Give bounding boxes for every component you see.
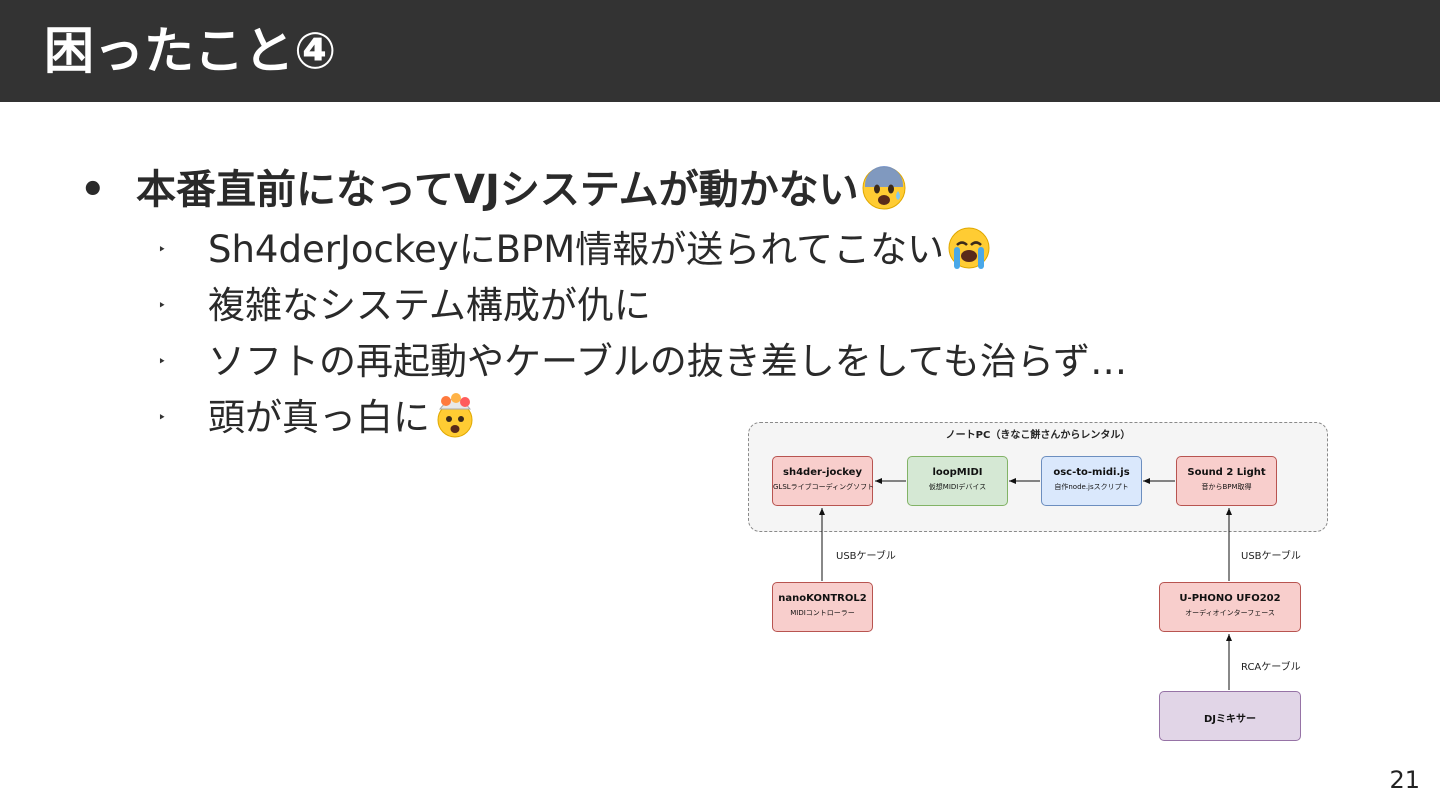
node-sound-2-light: Sound 2 Light 音からBPM取得 — [1176, 456, 1277, 506]
node-u-phono-ufo202: U-PHONO UFO202 オーディオインターフェース — [1159, 582, 1301, 632]
node-loopmidi-title: loopMIDI — [932, 467, 983, 478]
node-u-phono-ufo202-subtitle: オーディオインターフェース — [1185, 609, 1275, 617]
node-sh4der-jockey-subtitle: GLSLライブコーディングソフト — [773, 483, 875, 491]
node-sound-2-light-subtitle: 音からBPM取得 — [1201, 483, 1252, 491]
node-osc-to-midi: osc-to-midi.js 自作node.jsスクリプト — [1041, 456, 1142, 506]
node-nanokontrol2: nanoKONTROL2 MIDIコントローラー — [772, 582, 873, 632]
node-loopmidi-subtitle: 仮想MIDIデバイス — [928, 483, 987, 491]
node-nanokontrol2-subtitle: MIDIコントローラー — [790, 609, 855, 617]
page-number: 21 — [1389, 766, 1420, 794]
edge-label-usb-right: USBケーブル — [1241, 551, 1301, 562]
node-nanokontrol2-title: nanoKONTROL2 — [778, 593, 867, 604]
node-osc-to-midi-subtitle: 自作node.jsスクリプト — [1054, 483, 1129, 491]
node-sound-2-light-title: Sound 2 Light — [1187, 467, 1266, 478]
node-sh4der-jockey: sh4der-jockey GLSLライブコーディングソフト — [772, 456, 875, 506]
edge-label-usb-left: USBケーブル — [836, 551, 896, 562]
node-loopmidi: loopMIDI 仮想MIDIデバイス — [907, 456, 1008, 506]
node-dj-mixer: DJミキサー — [1159, 691, 1301, 741]
node-dj-mixer-title: DJミキサー — [1203, 714, 1257, 725]
node-u-phono-ufo202-title: U-PHONO UFO202 — [1179, 593, 1281, 604]
node-osc-to-midi-title: osc-to-midi.js — [1053, 467, 1130, 478]
diagram-connectors — [819, 478, 1232, 690]
node-sh4der-jockey-title: sh4der-jockey — [783, 467, 862, 478]
edge-label-rca: RCAケーブル — [1241, 662, 1301, 673]
